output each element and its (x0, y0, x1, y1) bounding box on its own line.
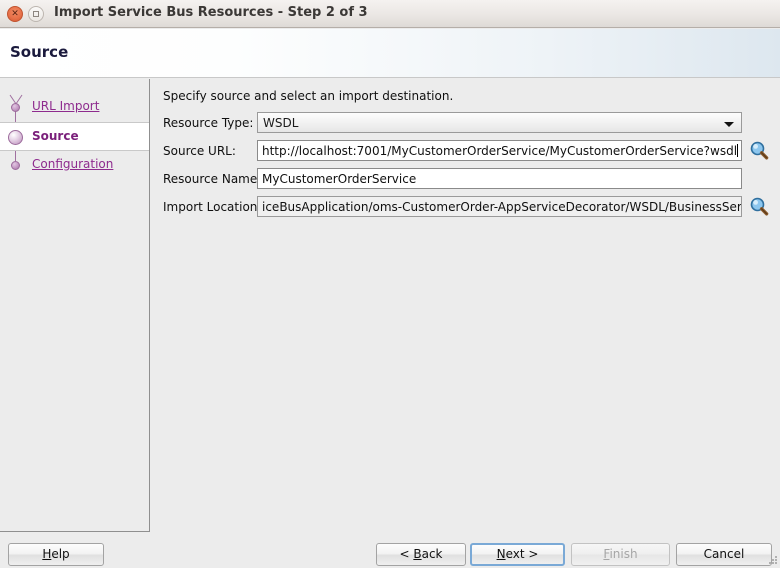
title-bar: ✕ Import Service Bus Resources - Step 2 … (0, 0, 780, 28)
next-mnemonic: N (496, 547, 506, 561)
import-location-label: Import Location: (163, 200, 262, 214)
finish-button: Finish (571, 543, 670, 566)
page-header: Source (0, 29, 780, 78)
close-icon[interactable]: ✕ (7, 6, 23, 22)
wizard-window: ✕ Import Service Bus Resources - Step 2 … (0, 0, 780, 568)
page-title: Source (10, 43, 69, 61)
source-url-browse-button[interactable] (748, 140, 770, 161)
source-url-value: http://localhost:7001/MyCustomerOrderSer… (262, 144, 738, 158)
step-node-icon (11, 103, 20, 112)
maximize-square (33, 11, 39, 17)
sidebar-item-source[interactable]: Source (0, 122, 149, 151)
back-button[interactable]: < Back (376, 543, 466, 566)
next-label-rest: ext > (505, 547, 539, 561)
source-url-value-wrap: http://localhost:7001/MyCustomerOrderSer… (262, 144, 739, 158)
help-label-rest: elp (51, 547, 70, 561)
sidebar-item-url-import[interactable]: URL Import (0, 93, 149, 122)
cancel-button[interactable]: Cancel (676, 543, 772, 566)
resource-name-value: MyCustomerOrderService (262, 172, 417, 186)
help-button[interactable]: Help (8, 543, 104, 566)
source-url-label: Source URL: (163, 144, 236, 158)
step-node-icon (11, 161, 20, 170)
resource-type-select[interactable]: WSDL (257, 112, 742, 133)
sidebar-item-label: Configuration (32, 157, 114, 171)
window-title: Import Service Bus Resources - Step 2 of… (54, 5, 368, 20)
maximize-icon[interactable] (28, 6, 44, 22)
next-button[interactable]: Next > (470, 543, 565, 566)
back-mnemonic: B (413, 547, 422, 561)
import-location-value: iceBusApplication/oms-CustomerOrder-AppS… (262, 200, 742, 214)
search-icon (750, 197, 769, 216)
content-panel: Specify source and select an import dest… (151, 79, 780, 532)
text-caret (737, 144, 739, 157)
back-label-rest: ack (421, 547, 443, 561)
chevron-down-icon (724, 122, 734, 127)
sidebar-item-configuration[interactable]: Configuration (0, 151, 149, 180)
sidebar-item-label: URL Import (32, 99, 100, 113)
resource-name-input[interactable]: MyCustomerOrderService (257, 168, 742, 189)
step-node-current-icon (8, 130, 23, 145)
instruction-text: Specify source and select an import dest… (163, 89, 454, 103)
import-location-browse-button[interactable] (748, 196, 770, 217)
finish-label-rest: inish (609, 547, 638, 561)
help-mnemonic: H (42, 547, 52, 561)
sidebar-item-label: Source (32, 129, 79, 143)
import-location-input[interactable]: iceBusApplication/oms-CustomerOrder-AppS… (257, 196, 742, 217)
resource-name-label: Resource Name: (163, 172, 262, 186)
wizard-steps-sidebar: URL Import Source Configuration (0, 79, 150, 532)
resource-type-label: Resource Type: (163, 116, 254, 130)
resource-type-value: WSDL (263, 116, 299, 130)
search-icon (750, 141, 769, 160)
resize-grip-icon[interactable] (766, 554, 778, 566)
source-url-input[interactable]: http://localhost:7001/MyCustomerOrderSer… (257, 140, 742, 161)
